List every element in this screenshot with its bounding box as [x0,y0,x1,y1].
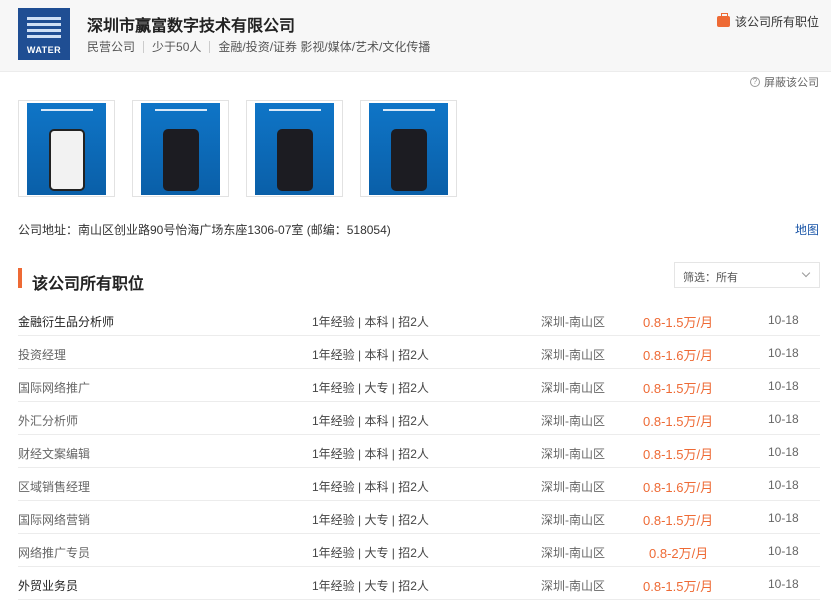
job-row[interactable]: 外贸业务员 1年经验 | 大专 | 招2人 深圳-南山区 0.8-1.5万/月 … [18,567,820,600]
block-company-link[interactable]: ? 屏蔽该公司 [750,74,819,90]
job-salary: 0.8-1.5万/月 [643,315,714,330]
job-row[interactable]: 区域销售经理 1年经验 | 本科 | 招2人 深圳-南山区 0.8-1.6万/月… [18,468,820,501]
company-header: WATER 深圳市赢富数字技术有限公司 民营公司 少于50人 金融/投资/证券 … [0,0,831,72]
job-requirements: 1年经验 | 大专 | 招2人 [312,546,429,560]
job-requirements: 1年经验 | 本科 | 招2人 [312,348,429,362]
meta-divider [209,40,211,53]
job-row[interactable]: 网络推广专员 1年经验 | 大专 | 招2人 深圳-南山区 0.8-2万/月 1… [18,534,820,567]
job-title[interactable]: 投资经理 [18,346,66,363]
screenshot-thumbnail[interactable] [246,100,343,197]
company-type: 民营公司 [87,40,136,54]
job-location: 深圳-南山区 [541,513,605,527]
job-row[interactable]: 投资经理 1年经验 | 本科 | 招2人 深圳-南山区 0.8-1.6万/月 1… [18,336,820,369]
caption-line [41,109,93,111]
all-jobs-label: 该公司所有职位 [734,15,819,29]
job-requirements: 1年经验 | 大专 | 招2人 [312,513,429,527]
job-requirements: 1年经验 | 本科 | 招2人 [312,480,429,494]
job-title[interactable]: 区域销售经理 [18,478,90,495]
job-salary: 0.8-2万/月 [649,546,709,561]
job-location: 深圳-南山区 [541,447,605,461]
job-title[interactable]: 外贸业务员 [18,577,78,594]
job-title[interactable]: 外汇分析师 [18,412,78,429]
job-requirements: 1年经验 | 本科 | 招2人 [312,414,429,428]
job-row[interactable]: 外汇分析师 1年经验 | 本科 | 招2人 深圳-南山区 0.8-1.5万/月 … [18,402,820,435]
job-location: 深圳-南山区 [541,315,605,329]
all-jobs-link[interactable]: 该公司所有职位 [716,13,819,30]
company-screenshots [18,100,474,197]
phone-mockup [391,129,427,191]
job-row[interactable]: 财经文案编辑 1年经验 | 本科 | 招2人 深圳-南山区 0.8-1.5万/月… [18,435,820,468]
job-requirements: 1年经验 | 大专 | 招2人 [312,579,429,593]
company-logo[interactable]: WATER [18,8,70,60]
job-salary: 0.8-1.5万/月 [643,513,714,528]
job-row[interactable]: 金融衍生品分析师 1年经验 | 本科 | 招2人 深圳-南山区 0.8-1.5万… [18,303,820,336]
company-meta: 民营公司 少于50人 金融/投资/证券 影视/媒体/艺术/文化传播 [87,38,430,55]
job-salary: 0.8-1.6万/月 [643,480,714,495]
job-salary: 0.8-1.5万/月 [643,579,714,594]
section-accent-bar [18,268,22,288]
job-date: 10-18 [768,379,799,393]
company-address: 公司地址：南山区创业路90号怡海广场东座1306-07室 (邮编：518054) [18,223,391,237]
job-location: 深圳-南山区 [541,546,605,560]
job-salary: 0.8-1.5万/月 [643,381,714,396]
job-title[interactable]: 财经文案编辑 [18,445,90,462]
phone-mockup [277,129,313,191]
company-size: 少于50人 [152,40,202,54]
map-link[interactable]: 地图 [795,221,819,238]
screenshot-thumbnail[interactable] [360,100,457,197]
job-title[interactable]: 金融衍生品分析师 [18,313,114,330]
caption-line [155,109,207,111]
job-date: 10-18 [768,445,799,459]
job-requirements: 1年经验 | 本科 | 招2人 [312,447,429,461]
logo-word: WATER [26,45,62,55]
job-list: 金融衍生品分析师 1年经验 | 本科 | 招2人 深圳-南山区 0.8-1.5万… [18,303,820,600]
job-requirements: 1年经验 | 大专 | 招2人 [312,381,429,395]
section-title: 该公司所有职位 [32,276,145,293]
phone-mockup [163,129,199,191]
meta-divider [143,40,145,53]
job-row[interactable]: 国际网络营销 1年经验 | 大专 | 招2人 深圳-南山区 0.8-1.5万/月… [18,501,820,534]
job-location: 深圳-南山区 [541,414,605,428]
company-name[interactable]: 深圳市赢富数字技术有限公司 [87,12,295,36]
job-title[interactable]: 国际网络营销 [18,511,90,528]
job-title[interactable]: 网络推广专员 [18,544,90,561]
question-icon: ? [750,77,760,87]
job-salary: 0.8-1.6万/月 [643,348,714,363]
job-date: 10-18 [768,478,799,492]
job-requirements: 1年经验 | 本科 | 招2人 [312,315,429,329]
job-location: 深圳-南山区 [541,348,605,362]
job-date: 10-18 [768,544,799,558]
job-date: 10-18 [768,313,799,327]
screenshot-thumbnail[interactable] [18,100,115,197]
job-row[interactable]: 国际网络推广 1年经验 | 大专 | 招2人 深圳-南山区 0.8-1.5万/月… [18,369,820,402]
logo-stripes [27,17,61,41]
briefcase-icon [716,13,730,27]
caption-line [383,109,435,111]
job-location: 深圳-南山区 [541,480,605,494]
screenshot-thumbnail[interactable] [132,100,229,197]
phone-mockup [49,129,85,191]
chevron-down-icon [801,268,811,278]
job-date: 10-18 [768,412,799,426]
filter-select[interactable]: 筛选：所有 [674,262,820,288]
filter-label: 筛选：所有 [683,272,738,284]
job-title[interactable]: 国际网络推广 [18,379,90,396]
job-location: 深圳-南山区 [541,381,605,395]
job-salary: 0.8-1.5万/月 [643,447,714,462]
job-date: 10-18 [768,577,799,591]
company-industry: 金融/投资/证券 影视/媒体/艺术/文化传播 [218,40,431,54]
job-date: 10-18 [768,511,799,525]
caption-line [269,109,321,111]
block-company-label: 屏蔽该公司 [764,77,819,89]
job-date: 10-18 [768,346,799,360]
job-location: 深圳-南山区 [541,579,605,593]
job-salary: 0.8-1.5万/月 [643,414,714,429]
